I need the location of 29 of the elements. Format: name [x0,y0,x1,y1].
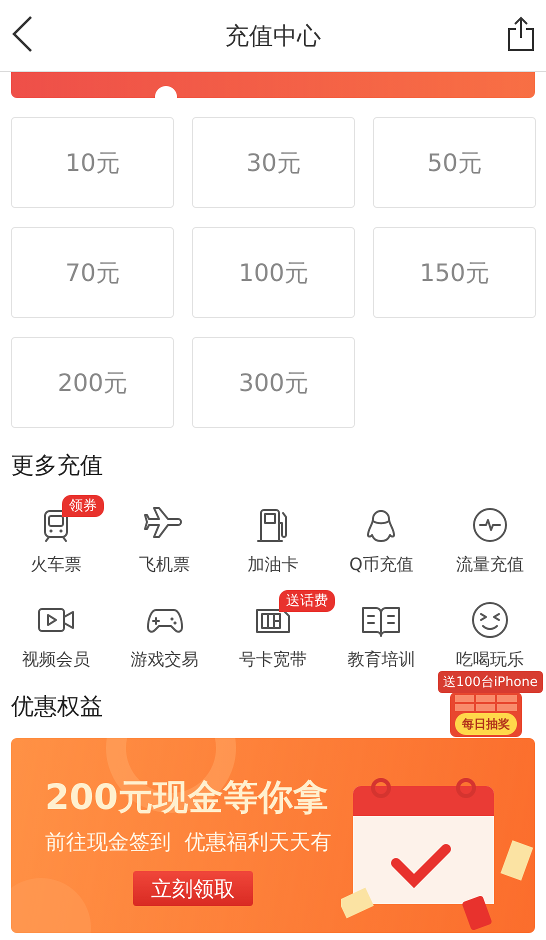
banner-subtitle: 前往现金签到 优惠福利天天有 [45,829,332,856]
promo-tag: 领券 [62,495,104,517]
amount-option[interactable]: 70元 [11,227,174,318]
section-heading: 更多充值 [11,453,103,479]
service-item[interactable]: 游戏交易 [130,598,199,671]
service-item[interactable]: 视频会员 [22,598,90,671]
promo-tooltip: 送100台iPhone [438,671,543,693]
service-item[interactable]: 流量充值 [456,503,524,576]
page-title: 充值中心 [225,20,321,52]
amount-option[interactable]: 100元 [192,227,355,318]
amount-option[interactable]: 50元 [373,117,536,208]
amount-option[interactable]: 300元 [192,337,355,428]
tile-grid-drawing [455,695,517,711]
amount-option[interactable]: 150元 [373,227,536,318]
amount-option[interactable]: 30元 [192,117,355,208]
service-item[interactable]: 吃喝玩乐 [456,598,524,671]
section-heading: 优惠权益 [11,694,103,720]
service-item[interactable]: 加油卡 [247,503,298,576]
amount-option[interactable]: 200元 [11,337,174,428]
amount-option[interactable]: 10元 [11,117,174,208]
share-icon [506,16,536,52]
lottery-button[interactable]: 每日抽奖 [455,713,517,735]
promo-tag: 送话费 [278,590,335,612]
back-icon [10,14,34,52]
claim-button[interactable]: 立刻领取 [133,871,253,906]
banner-title: 200元现金等你拿 [45,777,328,820]
service-item[interactable]: 飞机票 [139,503,190,576]
service-item[interactable]: 教育培训 [347,598,416,671]
service-item[interactable]: Q币充值 [349,503,414,576]
